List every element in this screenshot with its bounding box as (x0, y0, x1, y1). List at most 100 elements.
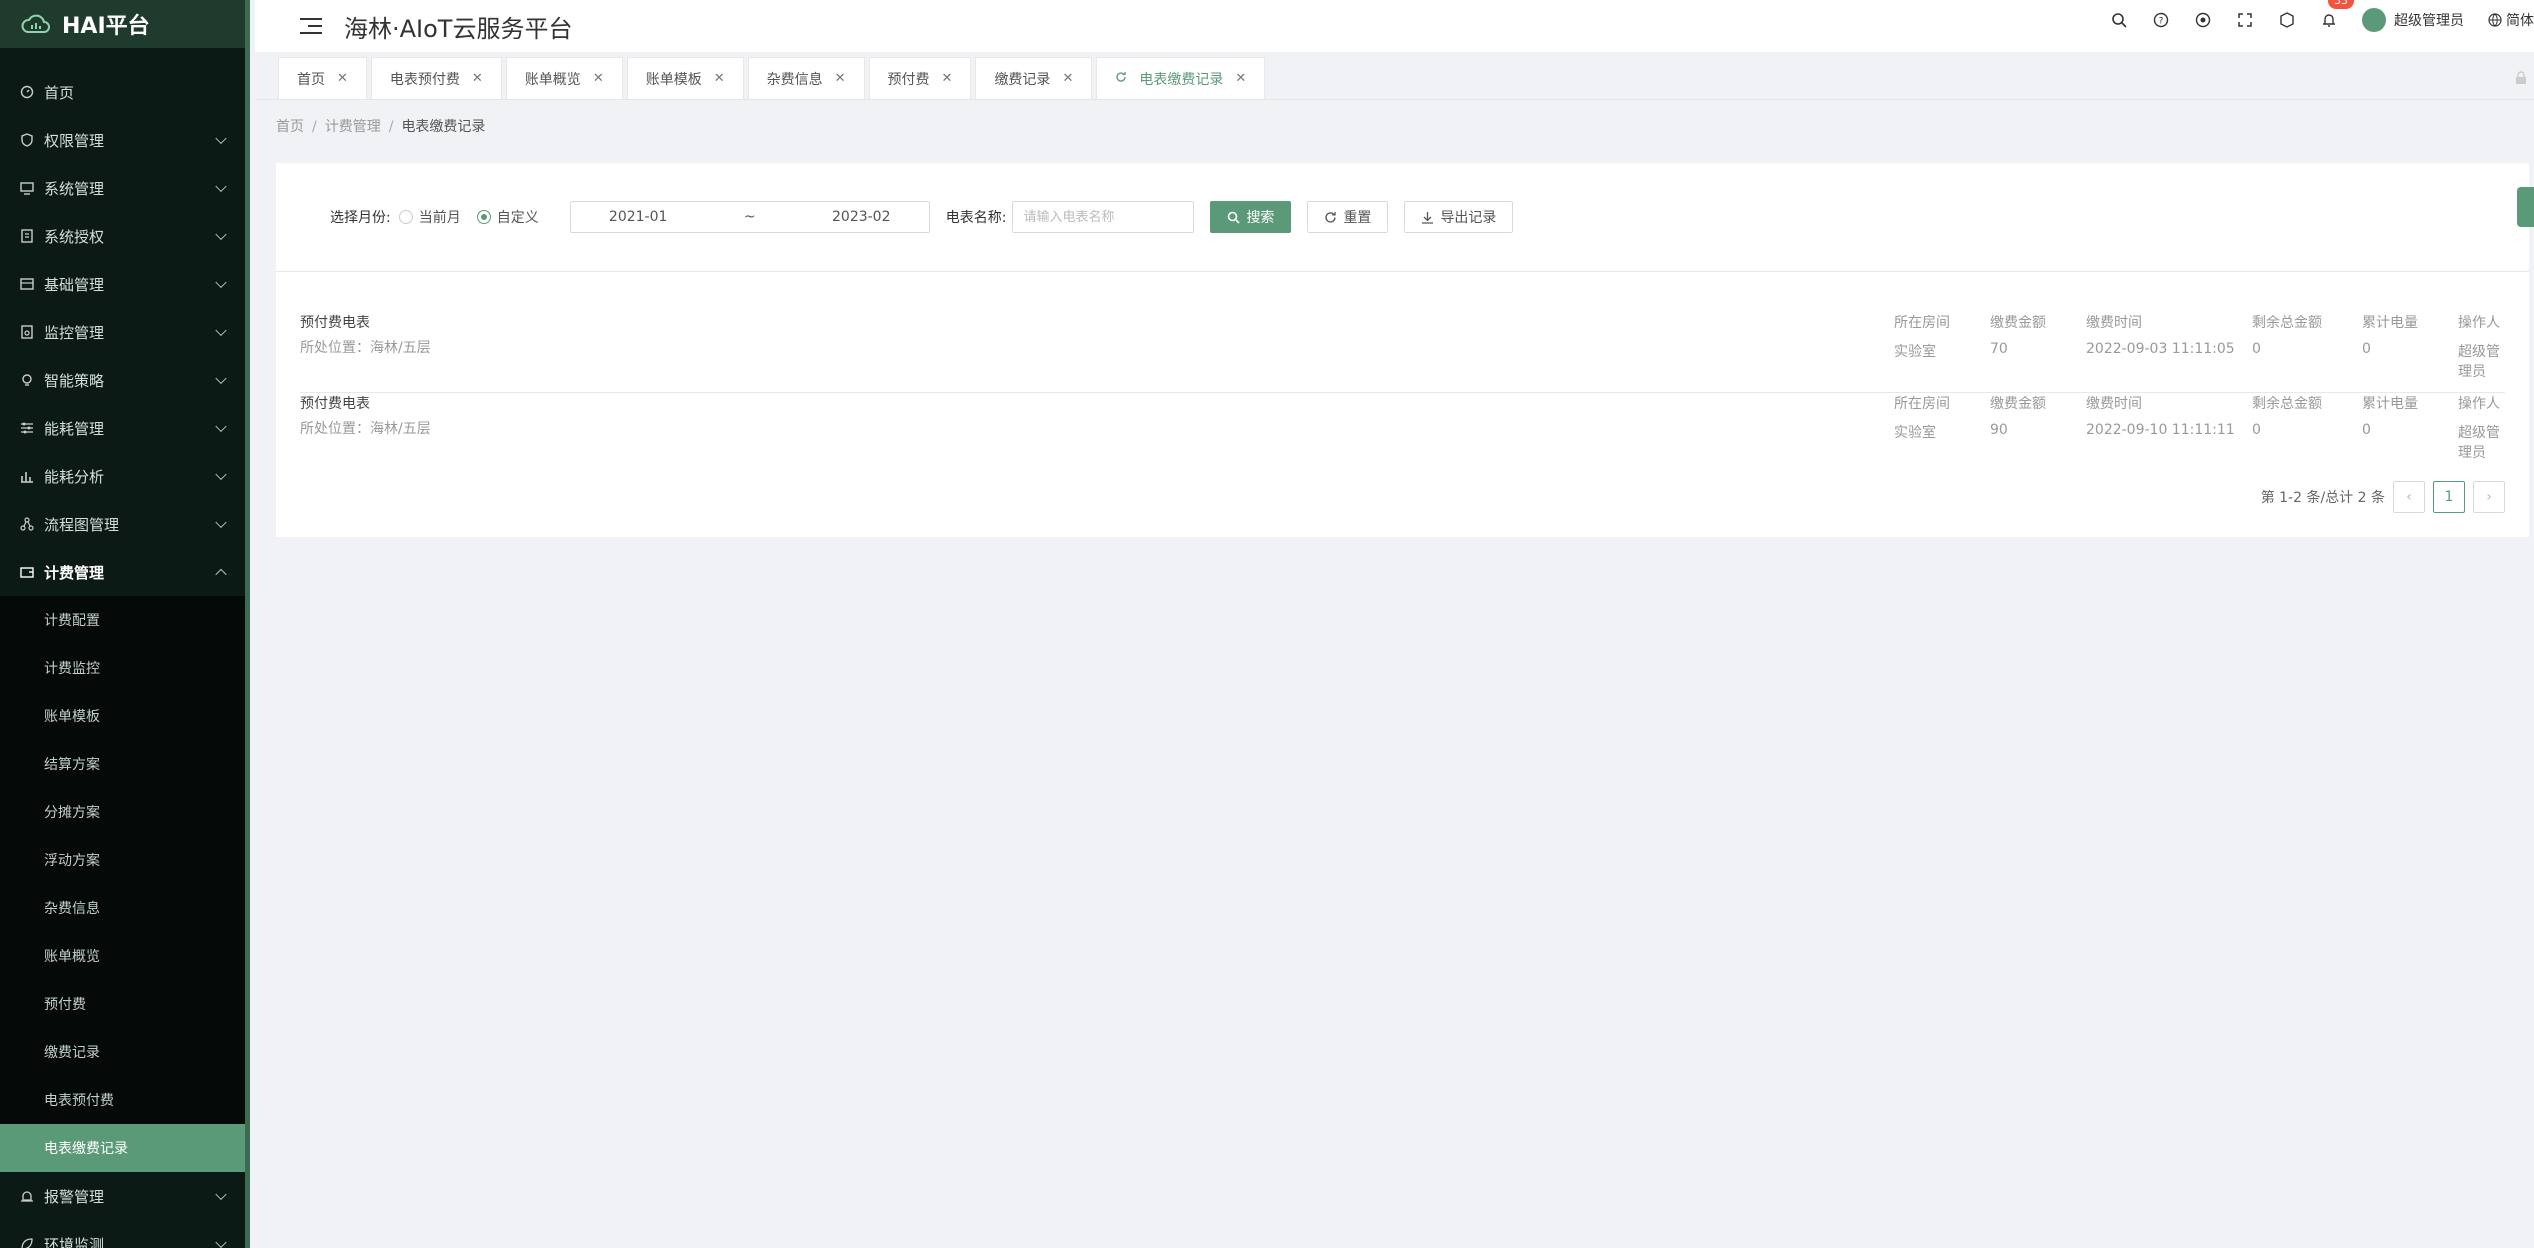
col-value: 实验室 (1894, 425, 1936, 441)
radio-circle-checked[interactable] (476, 210, 491, 224)
chevron-down-icon (215, 228, 227, 241)
tab-bill-template[interactable]: 账单模板 ✕ (626, 57, 744, 99)
sidebar-item-environment[interactable]: 环境监测 (0, 1220, 245, 1248)
help-icon[interactable]: ? (2152, 11, 2170, 29)
col-header: 累计电量 (2362, 396, 2418, 412)
monitor-icon (20, 181, 34, 195)
submenu-meter-prepaid[interactable]: 电表预付费 (0, 1076, 245, 1124)
sidebar-item-label: 基础管理 (44, 275, 105, 294)
radio-current-month[interactable]: 当前月 (398, 207, 461, 227)
user-menu[interactable]: 超级管理员 (2362, 8, 2464, 32)
month-label: 选择月份: (330, 210, 391, 226)
github-icon[interactable] (2194, 11, 2212, 29)
refresh-icon[interactable] (1115, 71, 1127, 87)
submenu-apportion-plan[interactable]: 分摊方案 (0, 788, 245, 836)
tab-home[interactable]: 首页 ✕ (278, 57, 367, 99)
tab-meter-prepaid[interactable]: 电表预付费 ✕ (370, 57, 502, 99)
sidebar-item-basic[interactable]: 基础管理 (0, 260, 245, 308)
bulb-icon (20, 373, 34, 387)
sidebar-item-label: 监控管理 (44, 323, 105, 342)
wallet-icon (20, 565, 34, 579)
sidebar-item-monitoring[interactable]: 监控管理 (0, 308, 245, 356)
language-switch[interactable]: 简体 (2488, 10, 2534, 30)
radio-label: 自定义 (496, 210, 539, 226)
next-page-button[interactable]: › (2473, 481, 2505, 513)
submenu-bill-template[interactable]: 账单模板 (0, 692, 245, 740)
search-button[interactable]: 搜索 (1210, 201, 1292, 233)
submenu-billing-config[interactable]: 计费配置 (0, 596, 245, 644)
radio-circle[interactable] (398, 210, 413, 224)
chevron-down-icon (215, 180, 227, 193)
records-panel: 选择月份: 当前月 自定义 2021-01 ~ 2023-02 电表名称: 搜索… (276, 163, 2534, 537)
power-col: 累计电量 0 (2362, 312, 2418, 357)
sidebar-item-flowchart[interactable]: 流程图管理 (0, 500, 245, 548)
close-icon[interactable]: ✕ (942, 71, 953, 86)
sidebar-item-system[interactable]: 系统管理 (0, 164, 245, 212)
prev-page-button[interactable]: ‹ (2393, 481, 2425, 513)
submenu-prepaid[interactable]: 预付费 (0, 980, 245, 1028)
chevron-down-icon (215, 468, 227, 481)
globe-icon (2488, 13, 2502, 27)
tab-meter-payment-records[interactable]: 电表缴费记录 ✕ (1096, 57, 1266, 99)
breadcrumb-billing[interactable]: 计费管理 (325, 119, 381, 135)
bell-icon[interactable]: 33 (2320, 0, 2354, 29)
range-end[interactable]: 2023-02 (832, 209, 891, 225)
close-icon[interactable]: ✕ (1062, 71, 1073, 86)
sidebar-item-energy[interactable]: 能耗管理 (0, 404, 245, 452)
settings-drawer-tab[interactable] (2517, 187, 2534, 227)
close-icon[interactable]: ✕ (337, 71, 348, 86)
logo[interactable]: HAI平台 (0, 0, 245, 48)
layout-icon[interactable] (2278, 11, 2296, 29)
sidebar-item-label: 计费管理 (44, 563, 105, 582)
submenu-billing-monitor[interactable]: 计费监控 (0, 644, 245, 692)
submenu-floating-plan[interactable]: 浮动方案 (0, 836, 245, 884)
search-icon[interactable] (2110, 11, 2128, 29)
submenu-meter-payment-records[interactable]: 电表缴费记录 (0, 1124, 245, 1172)
page-number[interactable]: 1 (2433, 481, 2465, 513)
sidebar-item-home[interactable]: 首页 (0, 68, 245, 116)
month-range-picker[interactable]: 2021-01 ~ 2023-02 (569, 201, 930, 233)
sidebar-item-permissions[interactable]: 权限管理 (0, 116, 245, 164)
breadcrumb-current: 电表缴费记录 (401, 119, 486, 135)
breadcrumb-home[interactable]: 首页 (276, 119, 304, 135)
operator-col: 操作人 超级管理员 (2458, 393, 2505, 462)
menu-toggle-icon[interactable] (300, 17, 322, 35)
meter-name-input[interactable] (1012, 201, 1195, 233)
radio-custom[interactable]: 自定义 (476, 207, 539, 227)
sidebar-item-analysis[interactable]: 能耗分析 (0, 452, 245, 500)
range-start[interactable]: 2021-01 (609, 209, 668, 225)
col-header: 缴费金额 (1990, 396, 2046, 412)
submenu-misc-fees[interactable]: 杂费信息 (0, 884, 245, 932)
balance-col: 剩余总金额 0 (2252, 312, 2322, 357)
sidebar-item-alarm[interactable]: 报警管理 (0, 1172, 245, 1220)
page-title: 海林·AIoT云服务平台 (344, 14, 573, 43)
close-icon[interactable]: ✕ (593, 71, 604, 86)
close-icon[interactable]: ✕ (835, 71, 846, 86)
records-list: 预付费电表 所处位置：海林/五层 所在房间 实验室 缴费金额 70 缴费时间 2022… (276, 312, 2529, 474)
submenu-settlement-plan[interactable]: 结算方案 (0, 740, 245, 788)
tab-bill-overview[interactable]: 账单概览 ✕ (505, 57, 623, 99)
tab-prepaid[interactable]: 预付费 ✕ (868, 57, 972, 99)
col-header: 缴费金额 (1990, 315, 2046, 331)
breadcrumb-separator: / (312, 119, 317, 135)
submenu-bill-overview[interactable]: 账单概览 (0, 932, 245, 980)
sidebar-item-label: 系统管理 (44, 179, 105, 198)
sidebar-item-authorization[interactable]: 系统授权 (0, 212, 245, 260)
alarm-icon (20, 1189, 34, 1203)
tab-payment-records[interactable]: 缴费记录 ✕ (975, 57, 1093, 99)
lock-icon[interactable] (2514, 70, 2528, 89)
export-button[interactable]: 导出记录 (1404, 201, 1514, 233)
submenu-payment-records[interactable]: 缴费记录 (0, 1028, 245, 1076)
sidebar-item-label: 能耗分析 (44, 467, 105, 486)
close-icon[interactable]: ✕ (714, 71, 725, 86)
close-icon[interactable]: ✕ (472, 71, 483, 86)
fullscreen-icon[interactable] (2236, 11, 2254, 29)
camera-icon (20, 325, 34, 339)
sidebar-item-strategy[interactable]: 智能策略 (0, 356, 245, 404)
reset-button[interactable]: 重置 (1307, 201, 1389, 233)
close-icon[interactable]: ✕ (1235, 71, 1246, 86)
col-value: 0 (2362, 341, 2371, 357)
tab-misc-fees[interactable]: 杂费信息 ✕ (747, 57, 865, 99)
language-label: 简体 (2506, 13, 2534, 29)
sidebar-item-billing[interactable]: 计费管理 (0, 548, 245, 596)
